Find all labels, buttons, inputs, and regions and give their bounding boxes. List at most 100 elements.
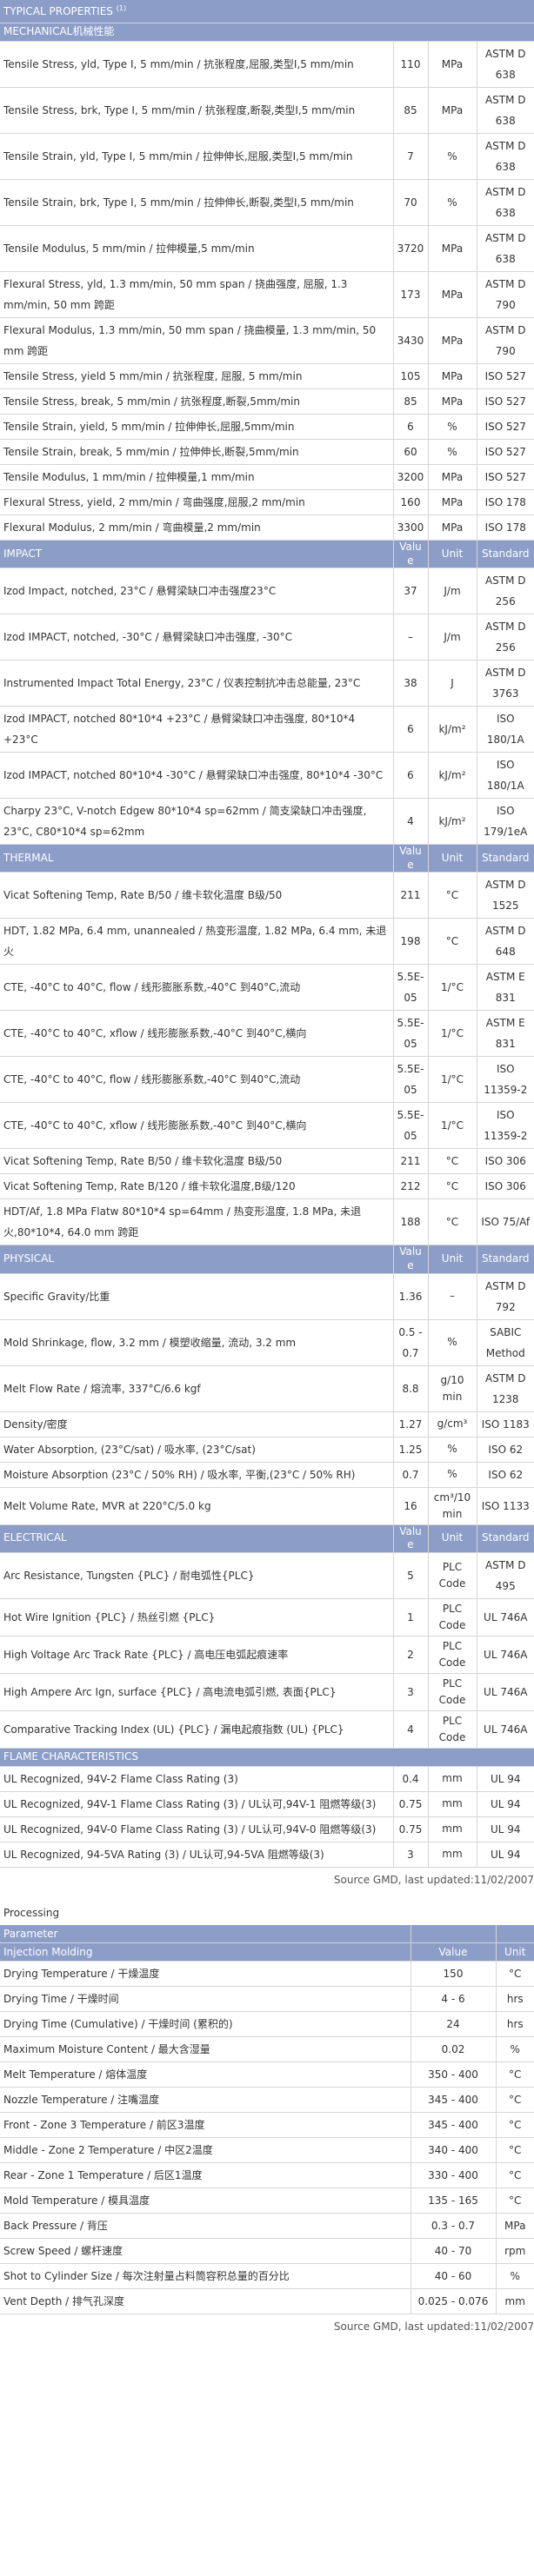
property-unit: MPa xyxy=(428,515,477,541)
property-value: 173 xyxy=(393,271,429,318)
section-header-row: PHYSICAL Value Unit Standard xyxy=(0,1245,534,1274)
processing-parameter: Middle - Zone 2 Temperature / 中区2温度 xyxy=(0,2137,411,2163)
processing-value: 24 xyxy=(411,2011,497,2037)
property-row: Tensile Stress, brk, Type I, 5 mm/min / … xyxy=(0,87,534,134)
processing-value: 4 - 6 xyxy=(411,1986,497,2012)
property-row: UL Recognized, 94V-0 Flame Class Rating … xyxy=(0,1816,534,1842)
processing-body: Parameter Injection Molding Value Unit D… xyxy=(0,1924,534,2314)
property-name: CTE, -40°C to 40°C, xflow / 线形膨胀系数,-40°C… xyxy=(0,1010,394,1058)
property-value: 7 xyxy=(393,133,429,180)
property-name: Vicat Softening Temp, Rate B/50 / 维卡软化温度… xyxy=(0,872,394,920)
property-row: Vicat Softening Temp, Rate B/120 / 维卡软化温… xyxy=(0,1173,534,1200)
property-row: Tensile Stress, break, 5 mm/min / 抗张程度,断… xyxy=(0,388,534,415)
property-standard: ASTM D 256 xyxy=(477,614,534,661)
property-row: Vicat Softening Temp, Rate B/50 / 维卡软化温度… xyxy=(0,872,534,920)
property-row: Tensile Strain, yld, Type I, 5 mm/min / … xyxy=(0,133,534,180)
property-standard: ISO 306 xyxy=(477,1148,534,1175)
property-value: 4 xyxy=(393,1710,429,1749)
property-unit: g/cm³ xyxy=(428,1411,477,1437)
property-name: Tensile Modulus, 5 mm/min / 拉伸模量,5 mm/mi… xyxy=(0,225,394,272)
property-value: 160 xyxy=(393,489,429,515)
processing-parameter: Melt Temperature / 熔体温度 xyxy=(0,2061,411,2088)
property-unit: % xyxy=(428,1437,477,1463)
property-value: 37 xyxy=(393,568,429,615)
property-row: Flexural Stress, yld, 1.3 mm/min, 50 mm … xyxy=(0,271,534,318)
property-row: Melt Flow Rate / 熔流率, 337°C/6.6 kgf 8.8 g/… xyxy=(0,1365,534,1412)
property-unit: MPa xyxy=(428,225,477,272)
processing-col-unit: Unit xyxy=(496,1942,534,1962)
property-value: 0.4 xyxy=(393,1766,429,1792)
property-unit: 1/°C xyxy=(428,1102,477,1150)
property-value: 5.5E-05 xyxy=(393,1056,429,1104)
property-name: Vicat Softening Temp, Rate B/50 / 维卡软化温度… xyxy=(0,1148,394,1175)
property-name: Specific Gravity/比重 xyxy=(0,1273,394,1320)
property-name: Melt Flow Rate / 熔流率, 337°C/6.6 kgf xyxy=(0,1365,394,1412)
processing-unit: °C xyxy=(496,2061,534,2088)
property-unit: °C xyxy=(428,1198,477,1246)
property-unit: PLC Code xyxy=(428,1636,477,1674)
typical-properties-body: MECHANICAL机械性能 Tensile Stress, yld, Type … xyxy=(0,23,534,1868)
property-unit: kJ/m² xyxy=(428,706,477,754)
property-row: Tensile Strain, break, 5 mm/min / 拉伸伸长,断… xyxy=(0,439,534,465)
processing-unit: °C xyxy=(496,1961,534,1987)
property-row: Flexural Modulus, 2 mm/min / 弯曲模量,2 mm/m… xyxy=(0,515,534,541)
property-value: 0.5 - 0.7 xyxy=(393,1319,429,1366)
typical-properties-table: TYPICAL PROPERTIES (1) MECHANICAL机械性能 Ten… xyxy=(0,0,534,1868)
property-name: Tensile Strain, yld, Type I, 5 mm/min / … xyxy=(0,133,394,180)
processing-parameter: Screw Speed / 螺杆速度 xyxy=(0,2238,411,2264)
property-value: 16 xyxy=(393,1487,429,1525)
processing-unit: % xyxy=(496,2036,534,2062)
property-row: Instrumented Impact Total Energy, 23°C /… xyxy=(0,660,534,707)
property-name: UL Recognized, 94-5VA Rating (3) / UL认可,… xyxy=(0,1842,394,1868)
property-standard: ISO 179/1eA xyxy=(477,798,534,846)
property-unit: 1/°C xyxy=(428,964,477,1012)
property-name: Tensile Stress, break, 5 mm/min / 抗张程度,断… xyxy=(0,388,394,415)
property-standard: ASTM D 256 xyxy=(477,568,534,615)
processing-header-row: Parameter xyxy=(0,1924,534,1943)
property-standard: ISO 527 xyxy=(477,363,534,389)
property-row: CTE, -40°C to 40°C, flow / 线形膨胀系数,-40°C … xyxy=(0,964,534,1012)
typical-properties-header: TYPICAL PROPERTIES (1) xyxy=(0,0,534,23)
processing-value: 0.3 - 0.7 xyxy=(411,2213,497,2239)
processing-unit: MPa xyxy=(496,2213,534,2239)
processing-row: Front - Zone 3 Temperature / 前区3温度 345 - … xyxy=(0,2112,534,2138)
property-row: Vicat Softening Temp, Rate B/50 / 维卡软化温度… xyxy=(0,1148,534,1175)
property-standard: ASTM E 831 xyxy=(477,964,534,1012)
property-row: Izod IMPACT, notched, -30°C / 悬臂梁缺口冲击强度,… xyxy=(0,614,534,661)
property-standard: ASTM D 495 xyxy=(477,1552,534,1599)
property-row: Comparative Tracking Index (UL) {PLC} / … xyxy=(0,1710,534,1749)
property-unit: MPa xyxy=(428,489,477,515)
processing-parameter: Maximum Moisture Content / 最大含湿量 xyxy=(0,2036,411,2062)
property-row: High Ampere Arc Ign, surface {PLC} / 高电流… xyxy=(0,1673,534,1711)
property-row: Flexural Modulus, 1.3 mm/min, 50 mm span… xyxy=(0,317,534,364)
processing-value: 330 - 400 xyxy=(411,2162,497,2188)
section-column-header: Unit xyxy=(428,540,477,569)
property-value: 85 xyxy=(393,388,429,415)
property-value: 188 xyxy=(393,1198,429,1246)
property-value: 85 xyxy=(393,87,429,134)
property-standard: ISO 11359-2 xyxy=(477,1102,534,1150)
property-row: Izod Impact, notched, 23°C / 悬臂梁缺口冲击强度23… xyxy=(0,568,534,615)
property-name: CTE, -40°C to 40°C, xflow / 线形膨胀系数,-40°C… xyxy=(0,1102,394,1150)
processing-parameter: Vent Depth / 排气孔深度 xyxy=(0,2288,411,2314)
property-unit: % xyxy=(428,1319,477,1366)
property-row: Izod IMPACT, notched 80*10*4 +23°C / 悬臂梁… xyxy=(0,706,534,754)
property-unit: PLC Code xyxy=(428,1552,477,1599)
property-standard: UL 94 xyxy=(477,1766,534,1792)
property-standard: ISO 180/1A xyxy=(477,706,534,754)
datasheet: TYPICAL PROPERTIES (1) MECHANICAL机械性能 Ten… xyxy=(0,0,534,2347)
processing-header-blank-2 xyxy=(496,1924,534,1943)
property-unit: % xyxy=(428,133,477,180)
property-value: 110 xyxy=(393,41,429,88)
processing-col-value: Value xyxy=(411,1942,497,1962)
processing-row: Rear - Zone 1 Temperature / 后区1温度 330 - 4… xyxy=(0,2162,534,2188)
property-standard: UL 746A xyxy=(477,1636,534,1674)
property-unit: % xyxy=(428,414,477,440)
processing-row: Drying Temperature / 干燥温度 150 °C xyxy=(0,1961,534,1987)
property-unit: MPa xyxy=(428,363,477,389)
property-unit: MPa xyxy=(428,271,477,318)
processing-value: 135 - 165 xyxy=(411,2188,497,2214)
property-row: Tensile Modulus, 1 mm/min / 拉伸模量,1 mm/mi… xyxy=(0,464,534,490)
property-standard: UL 746A xyxy=(477,1710,534,1749)
property-row: Water Absorption, (23°C/sat) / 吸水率, (23°… xyxy=(0,1437,534,1463)
